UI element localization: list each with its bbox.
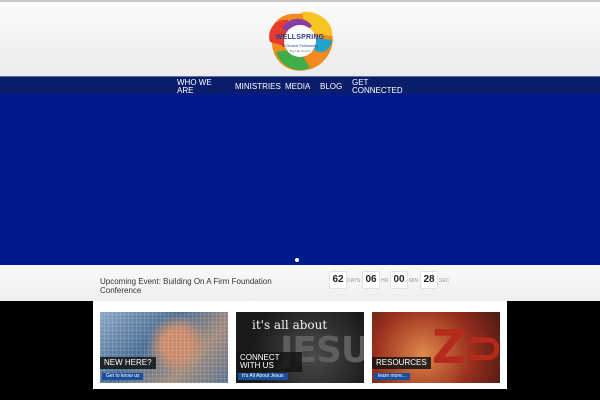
logo-splash-icon <box>269 11 333 71</box>
its-all-about-jesus-button[interactable]: It's All About Jesus <box>238 373 288 380</box>
card-title: CONNECT WITH US <box>240 353 280 370</box>
card-connect[interactable]: it's all about JESUS CONNECT WITH US It'… <box>236 312 364 383</box>
logo-subtitle: The Life Church <box>289 49 311 53</box>
countdown-days-label: DAYS <box>347 278 361 284</box>
site-logo[interactable]: WELLSPRING A Church Fellowship The Life … <box>262 8 338 74</box>
countdown-hours: 06 <box>362 271 380 289</box>
logo-tagline: A Church Fellowship <box>281 43 319 48</box>
nav-item-media[interactable]: MEDIA <box>285 83 310 91</box>
card-resources[interactable]: Z⊃ RESOURCES learn more... <box>372 312 500 383</box>
nav-item-who-we-are[interactable]: WHO WE ARE <box>177 79 221 95</box>
countdown-seconds-label: SEC <box>439 278 450 284</box>
countdown-seconds: 28 <box>420 271 438 289</box>
get-to-know-us-button[interactable]: Get to know us <box>102 373 144 380</box>
countdown-hours-label: HR <box>381 278 389 284</box>
card-title-box: RESOURCES <box>372 357 431 369</box>
countdown-minutes-label: MIN <box>409 278 419 284</box>
event-title[interactable]: Upcoming Event: Building On A Firm Found… <box>100 277 310 295</box>
feature-cards: NEW HERE? Get to know us it's all about … <box>93 301 507 389</box>
event-bar: Upcoming Event: Building On A Firm Found… <box>0 265 600 301</box>
nav-item-get-connected[interactable]: GET CONNECTED <box>352 79 403 95</box>
learn-more-button[interactable]: learn more... <box>374 373 411 380</box>
slider-dot[interactable] <box>295 258 299 262</box>
card-new-here[interactable]: NEW HERE? Get to know us <box>100 312 228 383</box>
logo-name: WELLSPRING <box>275 34 325 41</box>
countdown-minutes: 00 <box>390 271 408 289</box>
card-title: NEW HERE? <box>104 358 152 367</box>
site-header: WELLSPRING A Church Fellowship The Life … <box>0 0 600 76</box>
card-title-box: NEW HERE? <box>100 357 156 369</box>
countdown-days: 62 <box>329 271 347 289</box>
nav-item-ministries[interactable]: MINISTRIES <box>235 83 281 91</box>
card-title: RESOURCES <box>376 358 427 367</box>
card-title-box: CONNECT WITH US <box>236 352 302 372</box>
nav-item-blog[interactable]: BLOG <box>320 83 342 91</box>
main-nav: WHO WE ARE MINISTRIES MEDIA BLOG GET CON… <box>0 76 600 95</box>
card-image-glyph: Z⊃ <box>432 320 500 374</box>
hero-slider <box>0 94 600 265</box>
